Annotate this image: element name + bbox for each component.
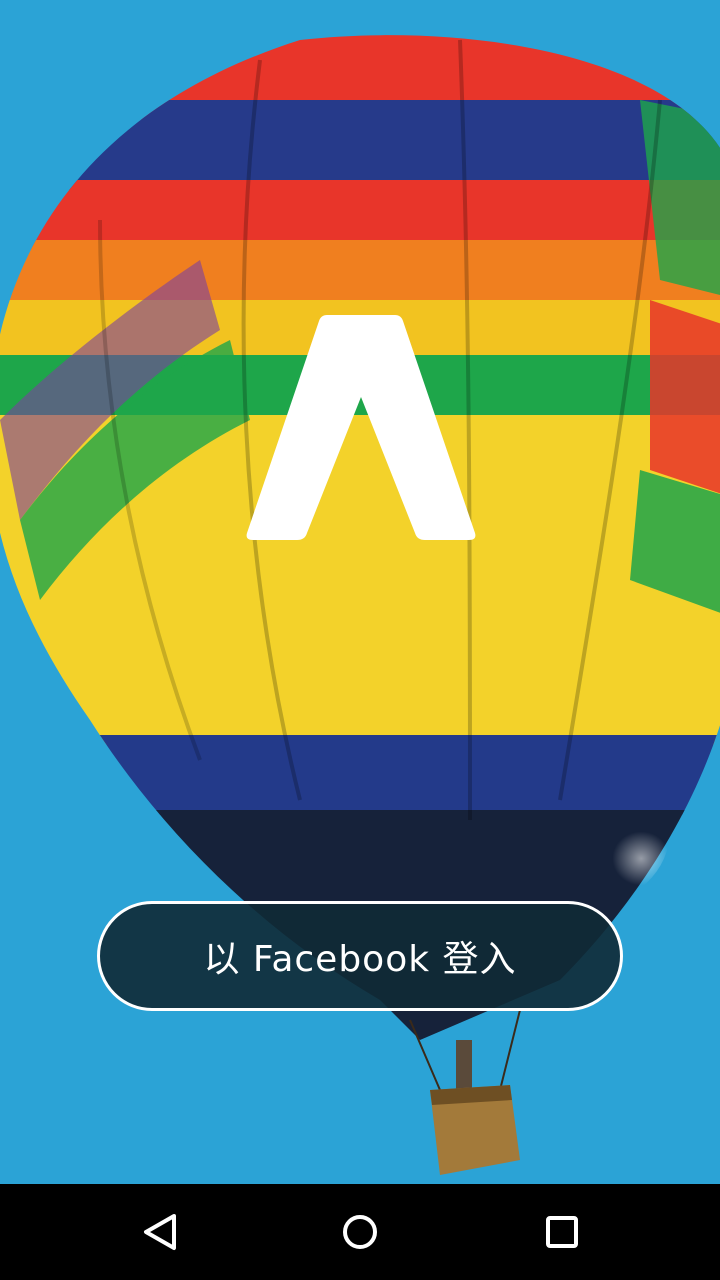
app-logo-a-icon: [246, 315, 476, 540]
recents-button[interactable]: [532, 1202, 592, 1262]
home-button[interactable]: [330, 1202, 390, 1262]
back-button[interactable]: [130, 1202, 190, 1262]
android-navigation-bar: [0, 1184, 720, 1280]
recents-square-icon: [546, 1216, 578, 1248]
back-triangle-icon: [144, 1214, 176, 1250]
facebook-login-button[interactable]: 以 Facebook 登入: [97, 901, 623, 1011]
facebook-login-label: 以 Facebook 登入: [203, 939, 517, 980]
home-circle-icon: [343, 1215, 377, 1249]
login-screen: 以 Facebook 登入: [0, 0, 720, 1280]
